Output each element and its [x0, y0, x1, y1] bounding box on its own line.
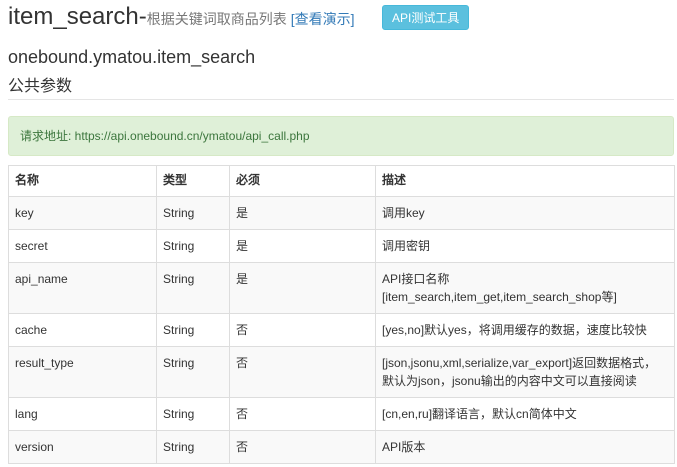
column-header-description: 描述 — [375, 165, 675, 197]
table-row: result_type String 否 [json,jsonu,xml,ser… — [8, 346, 675, 398]
table-row: secret String 是 调用密钥 — [8, 229, 675, 263]
page-title: item_search- — [8, 3, 147, 30]
param-required: 是 — [229, 229, 376, 263]
table-row: lang String 否 [cn,en,ru]翻译语言，默认cn简体中文 — [8, 397, 675, 431]
param-required: 是 — [229, 262, 376, 314]
api-test-tool-button[interactable]: API测试工具 — [382, 5, 470, 30]
page-subtitle: 根据关键词取商品列表 — [146, 11, 287, 27]
column-header-required: 必须 — [229, 165, 376, 197]
param-required: 否 — [229, 430, 376, 464]
param-type: String — [156, 313, 230, 347]
param-name: lang — [8, 397, 157, 431]
view-demo-link[interactable]: [查看演示] — [291, 4, 355, 34]
table-row: api_name String 是 API接口名称[item_search,it… — [8, 262, 675, 314]
param-name: cache — [8, 313, 157, 347]
param-name: key — [8, 196, 157, 230]
param-required: 否 — [229, 397, 376, 431]
param-description: 调用key — [375, 196, 675, 230]
column-header-type: 类型 — [156, 165, 230, 197]
table-row: version String 否 API版本 — [8, 430, 675, 464]
param-type: String — [156, 430, 230, 464]
api-method-name: onebound.ymatou.item_search — [8, 47, 256, 67]
param-description: [cn,en,ru]翻译语言，默认cn简体中文 — [375, 397, 675, 431]
param-required: 否 — [229, 346, 376, 398]
param-description: 调用密钥 — [375, 229, 675, 263]
param-type: String — [156, 229, 230, 263]
param-type: String — [156, 397, 230, 431]
param-name: api_name — [8, 262, 157, 314]
param-description: [json,jsonu,xml,serialize,var_export]返回数… — [375, 346, 675, 398]
page-header: item_search- 根据关键词取商品列表 [查看演示] — [8, 2, 355, 32]
param-required: 否 — [229, 313, 376, 347]
table-row: cache String 否 [yes,no]默认yes，将调用缓存的数据，速度… — [8, 313, 675, 347]
param-description: [yes,no]默认yes，将调用缓存的数据，速度比较快 — [375, 313, 675, 347]
page: item_search- 根据关键词取商品列表 [查看演示] API测试工具 o… — [0, 0, 677, 467]
param-type: String — [156, 262, 230, 314]
request-url-alert: 请求地址: https://api.onebound.cn/ymatou/api… — [8, 116, 674, 156]
param-name: secret — [8, 229, 157, 263]
param-name: version — [8, 430, 157, 464]
param-description: API版本 — [375, 430, 675, 464]
params-table: 名称 类型 必须 描述 key String 是 调用key secret St… — [8, 165, 675, 464]
param-type: String — [156, 196, 230, 230]
param-type: String — [156, 346, 230, 398]
table-row: key String 是 调用key — [8, 196, 675, 230]
column-header-name: 名称 — [8, 165, 157, 197]
param-description: API接口名称[item_search,item_get,item_search… — [375, 262, 675, 314]
section-divider — [8, 99, 674, 100]
param-name: result_type — [8, 346, 157, 398]
param-required: 是 — [229, 196, 376, 230]
table-header-row: 名称 类型 必须 描述 — [8, 165, 675, 197]
section-title: 公共参数 — [8, 78, 73, 95]
